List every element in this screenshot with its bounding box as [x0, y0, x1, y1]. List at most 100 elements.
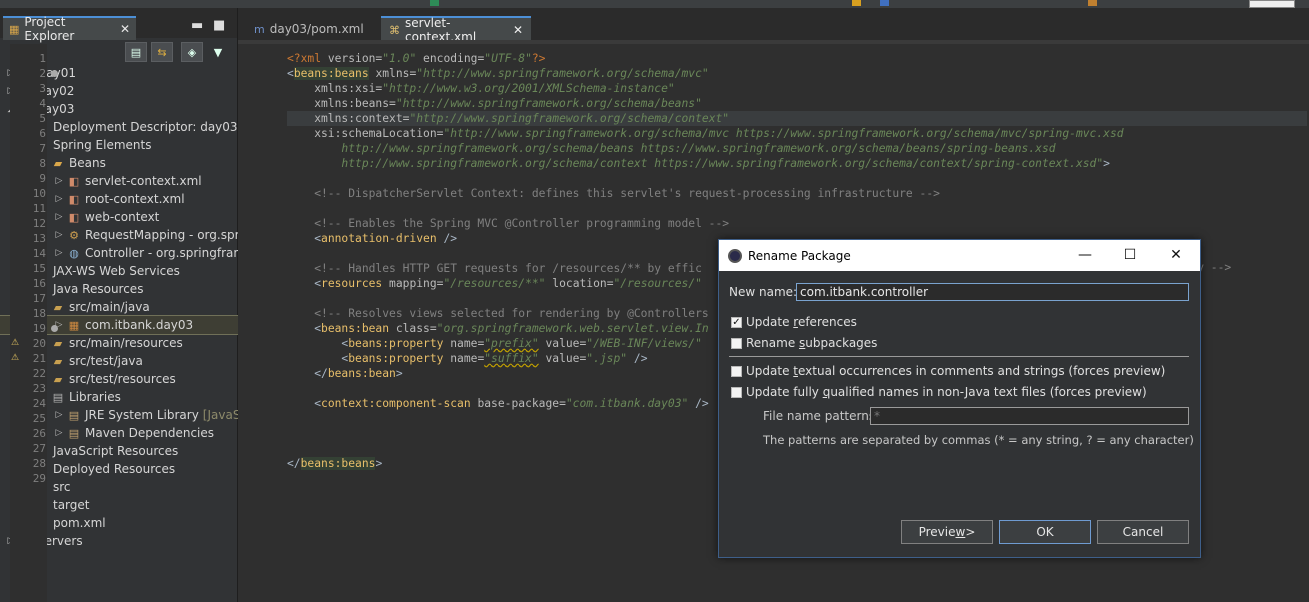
file-name-patterns-input[interactable]: *	[870, 407, 1189, 425]
quick-access-field[interactable]	[1249, 0, 1295, 8]
eclipse-icon	[728, 248, 742, 263]
source-folder-icon: ▰	[53, 354, 63, 368]
controller-icon: ◍	[69, 246, 79, 260]
warning-marker-icon: ⚠	[11, 338, 20, 348]
code-token: <	[287, 352, 349, 365]
toolbar-folder-icon[interactable]	[852, 0, 861, 6]
source-folder-icon: ▰	[53, 336, 63, 350]
run-icon[interactable]	[430, 0, 439, 6]
file-name-patterns-label: File name patterns:	[763, 409, 880, 423]
code-line: xmlns:context="http://www.springframewor…	[287, 111, 729, 126]
view-menu-chevron-down-icon[interactable]: ▼	[207, 42, 229, 62]
package-icon: ▦	[68, 318, 80, 332]
line-number: 2	[39, 67, 46, 80]
code-line: <resources mapping="/resources/**" locat…	[287, 276, 702, 291]
code-token: class=	[389, 322, 437, 335]
cancel-button[interactable]: Cancel	[1097, 520, 1189, 544]
tree-item-label: Deployment Descriptor: day03	[53, 120, 238, 134]
tab-pom-xml[interactable]: m day03/pom.xml	[246, 16, 374, 42]
code-token: <!-- DispatcherServlet Context: defines …	[287, 187, 940, 200]
collapse-all-icon[interactable]: ▤	[125, 42, 147, 62]
close-icon[interactable]: ✕	[513, 23, 523, 37]
code-token: http://www.springframework.org/schema/be…	[287, 142, 1056, 155]
tree-item-label: src/main/java	[69, 300, 150, 314]
collapsed-twisty-icon[interactable]: ▷	[54, 428, 64, 438]
preview-button[interactable]: Previe w >	[901, 520, 993, 544]
code-token: <	[287, 337, 349, 350]
maximize-icon[interactable]: ■	[213, 18, 225, 33]
xml-file-icon: ⌘	[389, 23, 400, 37]
tree-item-label: pom.xml	[53, 516, 106, 530]
focus-icon[interactable]: ◈	[181, 42, 203, 62]
code-token: />	[688, 397, 709, 410]
code-line: xmlns:xsi="http://www.w3.org/2001/XMLSch…	[287, 81, 674, 96]
close-icon[interactable]: ✕	[120, 22, 130, 36]
code-token: "org.springframework.web.servlet.view.In	[436, 322, 709, 335]
update-qualified-names-checkbox[interactable]	[731, 387, 742, 398]
toolbar-search-icon[interactable]	[880, 0, 889, 6]
update-textual-occurrences-label[interactable]: Update textual occurrences in comments a…	[746, 364, 1165, 378]
tab-servlet-context-xml[interactable]: ⌘ servlet-context.xml ✕	[381, 16, 531, 44]
tree-item-label: com.itbank.day03	[85, 318, 194, 332]
update-references-checkbox[interactable]: ✓	[731, 317, 742, 328]
project-explorer-icon: ▦	[9, 22, 20, 36]
beans-folder-icon: ▰	[53, 156, 63, 170]
rename-package-dialog: Rename Package — ☐ ✕ New name: com.itban…	[718, 239, 1201, 558]
close-icon[interactable]: ✕	[1166, 245, 1186, 265]
link-with-editor-icon[interactable]: ⇆	[151, 42, 173, 62]
code-token: mapping=	[382, 277, 444, 290]
update-qualified-names-label[interactable]: Update fully qualified names in non-Java…	[746, 385, 1147, 399]
tree-item-label: Spring Elements	[53, 138, 152, 152]
line-number: 26	[32, 427, 46, 440]
line-number: 8	[39, 157, 46, 170]
fold-toggle-icon[interactable]	[51, 70, 58, 77]
toolbar-nav-icon[interactable]	[1088, 0, 1097, 6]
maximize-icon[interactable]: ☐	[1120, 245, 1140, 265]
update-references-label[interactable]: Update references	[746, 315, 857, 329]
code-token: "UTF-8"	[484, 52, 532, 65]
code-line: http://www.springframework.org/schema/be…	[287, 141, 1056, 156]
tree-item-label: src/main/resources	[69, 336, 183, 350]
new-name-label: New name:	[729, 285, 798, 299]
code-token: "/resources/"	[613, 277, 702, 290]
code-line: <beans:beans xmlns="http://www.springfra…	[287, 66, 709, 81]
rename-subpackages-label[interactable]: Rename subpackages	[746, 336, 877, 350]
new-name-input[interactable]: com.itbank.controller	[796, 283, 1189, 301]
collapsed-twisty-icon[interactable]: ▷	[54, 248, 64, 258]
line-number: 1	[39, 52, 46, 65]
code-token: beans:bean	[321, 322, 390, 335]
update-textual-occurrences-checkbox[interactable]	[731, 366, 742, 377]
tree-item-label: target	[53, 498, 90, 512]
code-token: ".jsp"	[586, 352, 628, 365]
collapsed-twisty-icon[interactable]: ▷	[54, 176, 64, 186]
line-number: 29	[32, 472, 46, 485]
code-token: "suffix"	[484, 352, 539, 365]
code-line: <beans:property name="prefix" value="/WE…	[287, 336, 702, 351]
tree-item-label: Controller - org.springfram	[85, 246, 246, 260]
code-token: context:component-scan	[321, 397, 471, 410]
tree-item-label: src	[53, 480, 71, 494]
code-token: xmlns:context=	[287, 112, 410, 125]
code-token: xsi:schemaLocation=	[287, 127, 444, 140]
line-number: 4	[39, 97, 46, 110]
collapsed-twisty-icon[interactable]: ▷	[54, 212, 64, 222]
code-token: <!-- Enables the Spring MVC @Controller …	[287, 217, 730, 230]
bean-file-icon: ◧	[68, 174, 80, 188]
collapsed-twisty-icon[interactable]: ▷	[54, 230, 64, 240]
minimize-icon[interactable]: —	[1075, 245, 1095, 265]
code-line: <!-- Handles HTTP GET requests for /reso…	[287, 261, 702, 276]
ok-button[interactable]: OK	[999, 520, 1091, 544]
source-folder-icon: ▰	[53, 300, 63, 314]
code-token: annotation-driven	[321, 232, 437, 245]
tree-item-label: servlet-context.xml	[85, 174, 202, 188]
dialog-separator	[729, 356, 1189, 357]
line-number: 10	[32, 187, 46, 200]
collapsed-twisty-icon[interactable]: ▷	[54, 194, 64, 204]
tab-project-explorer[interactable]: ▦ Project Explorer ✕	[3, 15, 136, 43]
collapsed-twisty-icon[interactable]: ▷	[54, 410, 64, 420]
fold-toggle-icon[interactable]	[51, 325, 58, 332]
library-jar-icon: ▤	[68, 426, 80, 440]
minimize-icon[interactable]: ▬	[191, 18, 203, 33]
line-number: 11	[32, 202, 46, 215]
rename-subpackages-checkbox[interactable]	[731, 338, 742, 349]
